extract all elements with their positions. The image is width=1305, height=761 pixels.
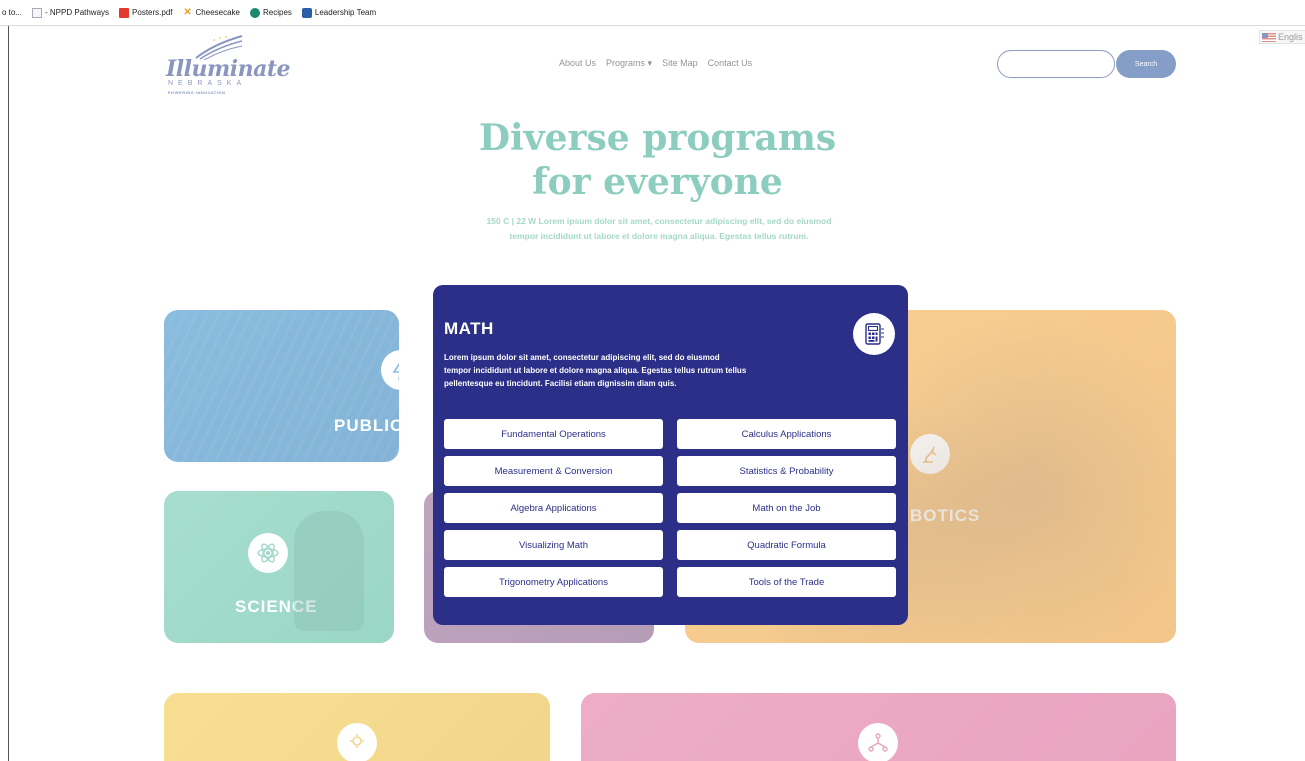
modal-description-line: Lorem ipsum dolor sit amet, consectetur … xyxy=(444,353,720,362)
bookmark-label: Leadership Team xyxy=(314,8,377,17)
topic-calculus-applications-button[interactable]: Calculus Applications xyxy=(677,419,896,449)
topic-fundamental-operations-button[interactable]: Fundamental Operations xyxy=(444,419,663,449)
bookmark-label: Cheesecake xyxy=(195,8,240,17)
modal-description-line: pellentesque eu tincidunt. Facilisi etia… xyxy=(444,379,677,388)
web-page: Illuminate NEBRASKA POWERING INNOVATION … xyxy=(8,26,1305,761)
team-icon xyxy=(301,7,312,18)
topic-trigonometry-applications-button[interactable]: Trigonometry Applications xyxy=(444,567,663,597)
calculator-icon xyxy=(853,313,895,355)
topic-grid: Fundamental Operations Calculus Applicat… xyxy=(444,419,896,597)
modal-title: MATH xyxy=(444,319,494,338)
bookmarks-bar: o to... - NPPD Pathways Posters.pdf ✕ Che… xyxy=(0,0,1305,26)
modal-description: Lorem ipsum dolor sit amet, consectetur … xyxy=(444,351,794,390)
topic-quadratic-formula-button[interactable]: Quadratic Formula xyxy=(677,530,896,560)
bookmark-item[interactable]: Recipes xyxy=(250,7,292,18)
page-icon xyxy=(32,7,43,18)
cheesecake-icon: ✕ xyxy=(183,6,192,18)
bookmark-item[interactable]: ✕ Cheesecake xyxy=(183,6,240,18)
bookmark-label: - NPPD Pathways xyxy=(45,8,110,17)
bookmark-item[interactable]: Posters.pdf xyxy=(119,7,173,18)
topic-algebra-applications-button[interactable]: Algebra Applications xyxy=(444,493,663,523)
bookmark-label: Recipes xyxy=(263,8,292,17)
recipes-icon xyxy=(250,7,260,18)
modal-description-line: tempor incididunt ut labore et dolore ma… xyxy=(444,366,747,375)
topic-statistics-probability-button[interactable]: Statistics & Probability xyxy=(677,456,896,486)
bookmark-label: Posters.pdf xyxy=(132,8,173,17)
bookmark-item[interactable]: - NPPD Pathways xyxy=(32,7,110,18)
math-modal: MATH Lorem ipsum dolor sit amet, consect… xyxy=(433,285,908,625)
pdf-icon xyxy=(119,7,130,18)
topic-tools-of-the-trade-button[interactable]: Tools of the Trade xyxy=(677,567,896,597)
topic-math-on-the-job-button[interactable]: Math on the Job xyxy=(677,493,896,523)
bookmark-item[interactable]: Leadership Team xyxy=(301,7,377,18)
topic-visualizing-math-button[interactable]: Visualizing Math xyxy=(444,530,663,560)
topic-measurement-conversion-button[interactable]: Measurement & Conversion xyxy=(444,456,663,486)
bookmark-label: o to... xyxy=(2,8,23,17)
bookmark-item[interactable]: o to... xyxy=(2,8,22,17)
